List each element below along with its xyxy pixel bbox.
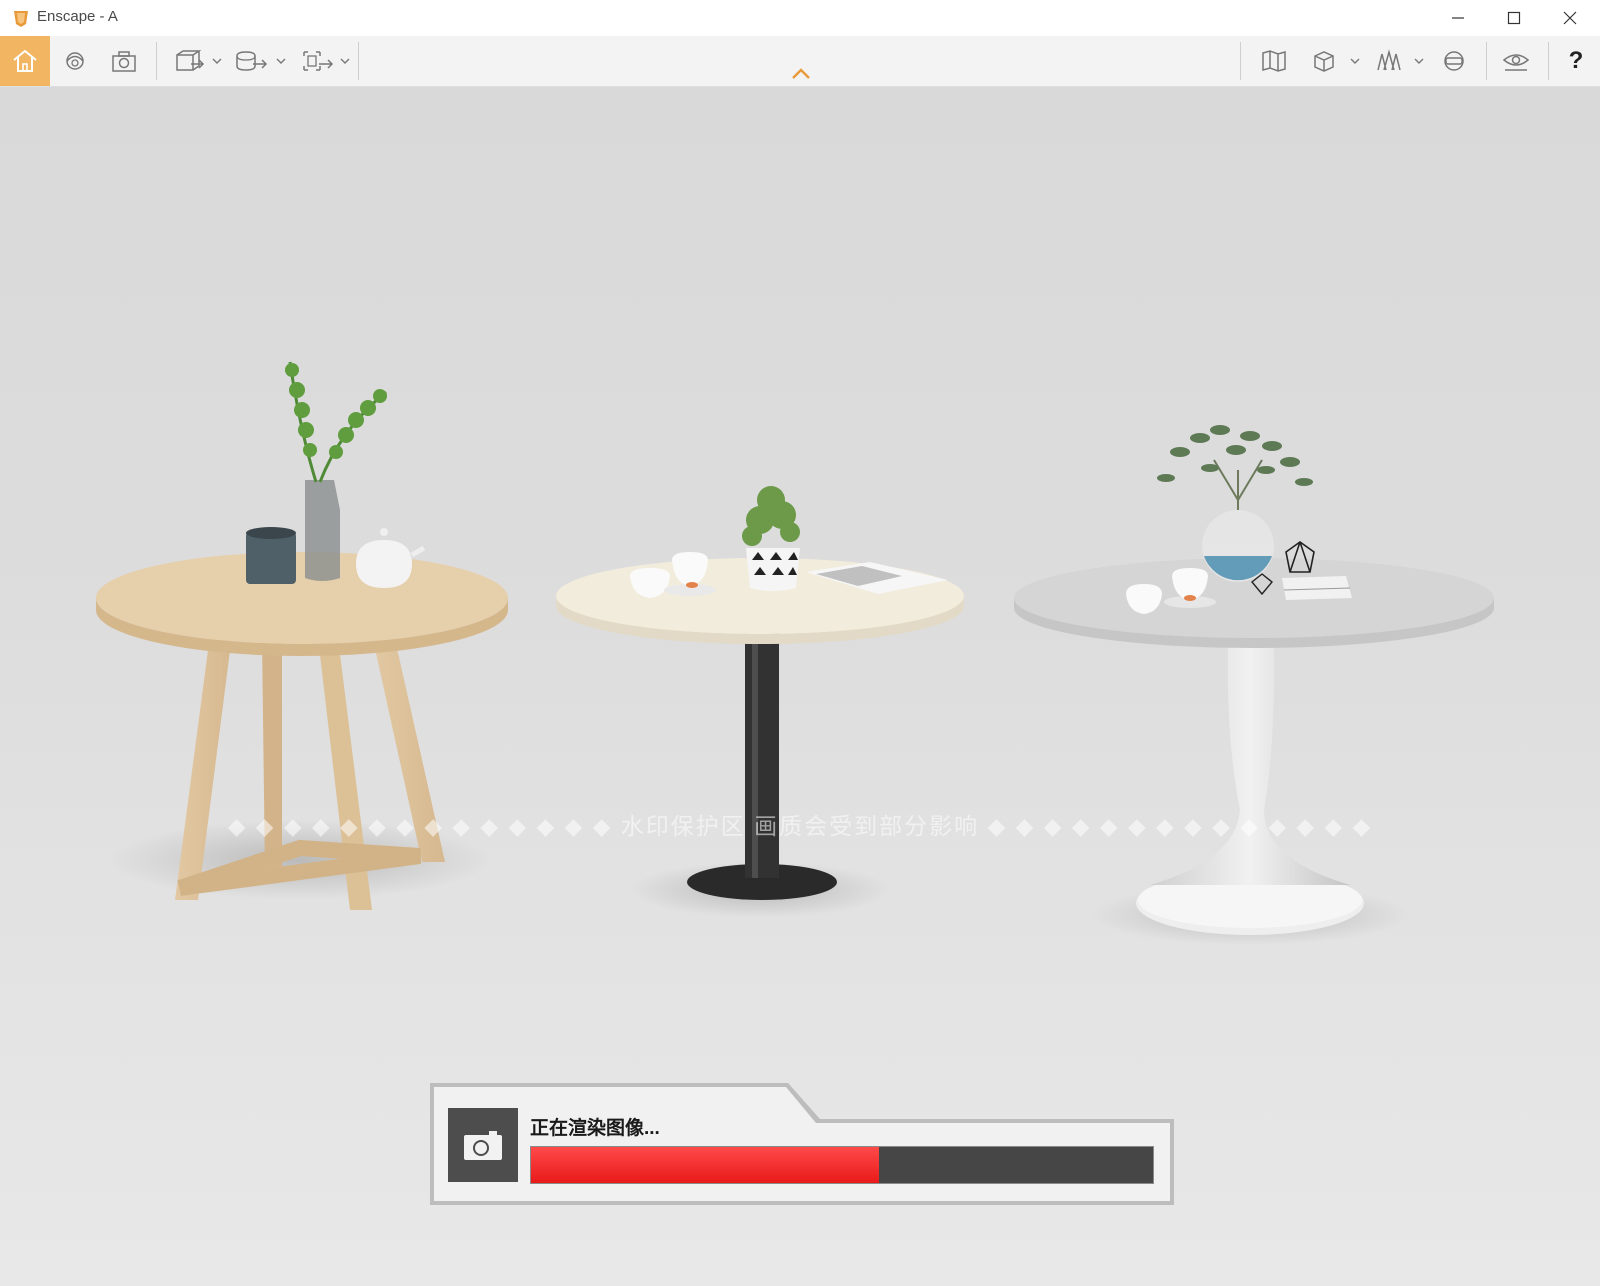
video-export-icon [236, 51, 268, 71]
orbit-view-button[interactable] [58, 36, 92, 86]
export-view-button[interactable] [170, 36, 210, 86]
export-view-icon [176, 50, 205, 71]
asset-library-dropdown-icon[interactable] [1414, 57, 1424, 65]
help-button[interactable]: ? [1558, 36, 1594, 86]
render-progress-bar [530, 1146, 1154, 1184]
screenshot-icon [112, 51, 136, 72]
toolbar-separator [1486, 42, 1487, 80]
panorama-export-icon [303, 51, 334, 71]
toolbar-separator [156, 42, 157, 80]
pedestal-table-black [556, 486, 964, 918]
window-title: Enscape - A [37, 8, 118, 25]
cube-view-button[interactable] [1306, 36, 1342, 86]
home-button[interactable] [0, 36, 50, 86]
map-icon [1262, 50, 1286, 72]
tulip-table-white [1014, 425, 1494, 945]
title-bar: Enscape - A [0, 0, 1600, 36]
toolbar-separator [358, 42, 359, 80]
vr-headset-button[interactable] [1436, 36, 1472, 86]
minimize-icon [1452, 17, 1464, 19]
render-progress-fill [531, 1147, 880, 1183]
maximize-button[interactable] [1486, 0, 1542, 36]
map-button[interactable] [1256, 36, 1292, 86]
video-export-dropdown-icon[interactable] [276, 57, 286, 65]
cube-view-dropdown-icon[interactable] [1350, 57, 1360, 65]
collapse-toolbar-button[interactable] [776, 62, 826, 86]
close-icon [1563, 11, 1577, 25]
panorama-export-button[interactable] [298, 36, 338, 86]
screenshot-button[interactable] [106, 36, 142, 86]
enscape-logo-icon [11, 8, 31, 28]
render-progress-panel: 正在渲染图像... [430, 1083, 1174, 1205]
cube-view-icon [1314, 51, 1334, 72]
video-export-button[interactable] [232, 36, 272, 86]
main-toolbar: ? [0, 36, 1600, 87]
vr-headset-icon [1444, 51, 1464, 71]
close-button[interactable] [1542, 0, 1598, 36]
asset-library-button[interactable] [1370, 36, 1408, 86]
panorama-export-dropdown-icon[interactable] [340, 57, 350, 65]
minimize-button[interactable] [1430, 0, 1486, 36]
visibility-button[interactable] [1498, 36, 1534, 86]
visibility-icon [1502, 54, 1530, 71]
toolbar-separator [1548, 42, 1549, 80]
render-status-text: 正在渲染图像... [530, 1118, 660, 1139]
watermark-banner: ◆ ◆ ◆ ◆ ◆ ◆ ◆ ◆ ◆ ◆ ◆ ◆ ◆ ◆ 水印保护区 画质会受到部… [227, 813, 1373, 839]
toolbar-separator [1240, 42, 1241, 80]
camera-icon [464, 1131, 502, 1160]
camera-thumbnail [448, 1108, 518, 1182]
orbit-view-icon [66, 52, 84, 70]
export-view-dropdown-icon[interactable] [212, 57, 222, 65]
render-panel-frame [430, 1083, 1174, 1205]
chevron-up-icon [792, 68, 810, 79]
home-icon [13, 49, 37, 72]
maximize-icon [1507, 11, 1521, 25]
asset-library-icon [1377, 49, 1401, 71]
